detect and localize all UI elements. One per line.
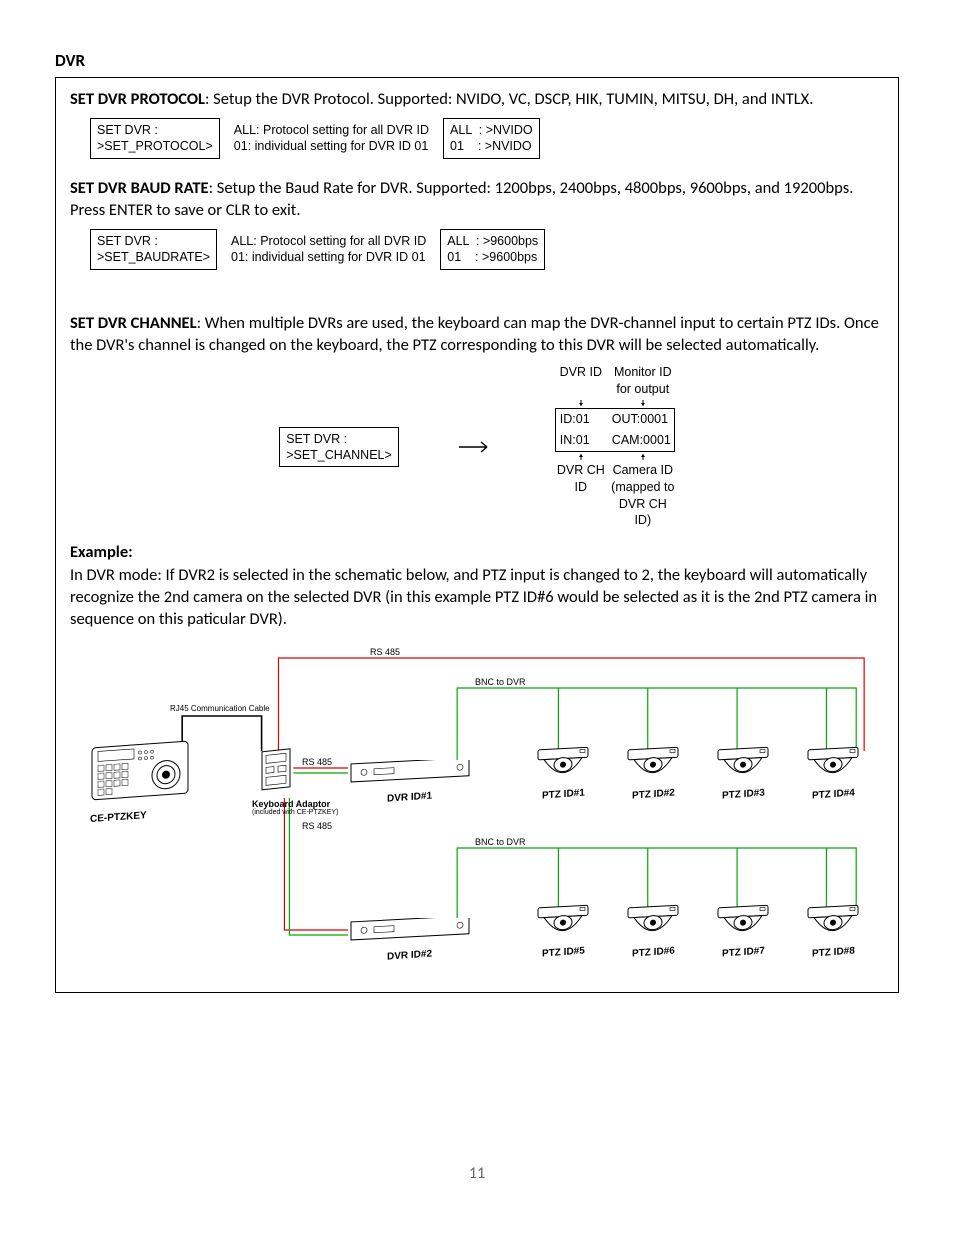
label-ptz2: PTZ ID#2 (632, 787, 675, 803)
protocol-paragraph: SET DVR PROTOCOL: Setup the DVR Protocol… (70, 88, 884, 110)
label-ptz4: PTZ ID#4 (812, 787, 855, 803)
baud-note: ALL: Protocol setting for all DVR ID 01:… (231, 233, 426, 267)
content-box: SET DVR PROTOCOL: Setup the DVR Protocol… (55, 77, 899, 993)
label-ptz7: PTZ ID#7 (722, 945, 765, 961)
label-ptz6: PTZ ID#6 (632, 945, 675, 961)
grid-out: OUT:0001 (608, 409, 672, 430)
arrow-icon (459, 440, 495, 454)
protocol-lcd-2: ALL : >NVIDO 01 : >NVIDO (443, 118, 540, 159)
example-paragraph: Example: In DVR mode: If DVR2 is selecte… (70, 541, 884, 630)
channel-lcd: SET DVR : >SET_CHANNEL> (279, 427, 399, 468)
label-ptz8: PTZ ID#8 (812, 945, 855, 961)
label-keyboard-adaptor-sub: (included with CE-PTZKEY) (252, 808, 338, 817)
label-ptz5: PTZ ID#5 (542, 945, 585, 961)
ptz4-icon: PTZ ID#4 (806, 744, 860, 802)
label-dvr2: DVR ID#2 (387, 948, 432, 965)
section-heading: DVR (55, 50, 899, 73)
protocol-lcd-1: SET DVR : >SET_PROTOCOL> (90, 118, 220, 159)
label-bnc1: BNC to DVR (475, 676, 526, 688)
label-rs485-top: RS 485 (370, 646, 400, 658)
protocol-heading: SET DVR PROTOCOL (70, 89, 205, 109)
label-ptz1: PTZ ID#1 (542, 787, 585, 803)
baud-lcd-2: ALL : >9600bps 01 : >9600bps (440, 229, 545, 270)
channel-paragraph: SET DVR CHANNEL: When multiple DVRs are … (70, 312, 884, 357)
channel-heading: SET DVR CHANNEL (70, 313, 197, 333)
ptz2-icon: PTZ ID#2 (626, 744, 680, 802)
label-rs485-mid1: RS 485 (302, 756, 332, 768)
baud-heading: SET DVR BAUD RATE (70, 178, 209, 198)
keyboard-icon: CE-PTZKEY (90, 738, 190, 810)
baud-row: SET DVR : >SET_BAUDRATE> ALL: Protocol s… (90, 229, 884, 270)
label-dvr-ch-id: DVR CH ID (555, 462, 607, 530)
adaptor-icon (260, 748, 294, 796)
ptz7-icon: PTZ ID#7 (716, 902, 770, 960)
dvr1-icon: DVR ID#1 (350, 760, 470, 788)
dvr2-icon: DVR ID#2 (350, 918, 470, 946)
label-ptz3: PTZ ID#3 (722, 787, 765, 803)
page-number: 11 (55, 1163, 899, 1185)
label-dvr1: DVR ID#1 (387, 790, 432, 807)
label-camera-id: Camera ID (mapped to DVR CH ID) (611, 462, 675, 530)
schematic-diagram: RS 485 BNC to DVR RJ45 Communication Cab… (70, 638, 884, 978)
label-rj45: RJ45 Communication Cable (170, 704, 270, 715)
channel-grid: ID:01 OUT:0001 IN:01 CAM:0001 (555, 408, 675, 452)
label-dvr-id: DVR ID (555, 364, 607, 398)
grid-cam: CAM:0001 (608, 430, 672, 451)
ptz6-icon: PTZ ID#6 (626, 902, 680, 960)
example-heading: Example: (70, 542, 133, 562)
label-rs485-mid2: RS 485 (302, 820, 332, 832)
channel-block: SET DVR : >SET_CHANNEL> DVR ID Monitor I… (70, 364, 884, 529)
example-text: In DVR mode: If DVR2 is selected in the … (70, 565, 877, 630)
baud-lcd-1: SET DVR : >SET_BAUDRATE> (90, 229, 217, 270)
protocol-row: SET DVR : >SET_PROTOCOL> ALL: Protocol s… (90, 118, 884, 159)
grid-id: ID:01 (556, 409, 608, 430)
ptz5-icon: PTZ ID#5 (536, 902, 590, 960)
label-monitor-id: Monitor ID for output (611, 364, 675, 398)
ptz1-icon: PTZ ID#1 (536, 744, 590, 802)
label-bnc2: BNC to DVR (475, 836, 526, 848)
baud-paragraph: SET DVR BAUD RATE: Setup the Baud Rate f… (70, 177, 884, 222)
ptz3-icon: PTZ ID#3 (716, 744, 770, 802)
protocol-note: ALL: Protocol setting for all DVR ID 01:… (234, 122, 429, 156)
protocol-text: : Setup the DVR Protocol. Supported: NVI… (205, 89, 813, 109)
label-keyboard: CE-PTZKEY (90, 809, 147, 826)
grid-in: IN:01 (556, 430, 608, 451)
ptz8-icon: PTZ ID#8 (806, 902, 860, 960)
